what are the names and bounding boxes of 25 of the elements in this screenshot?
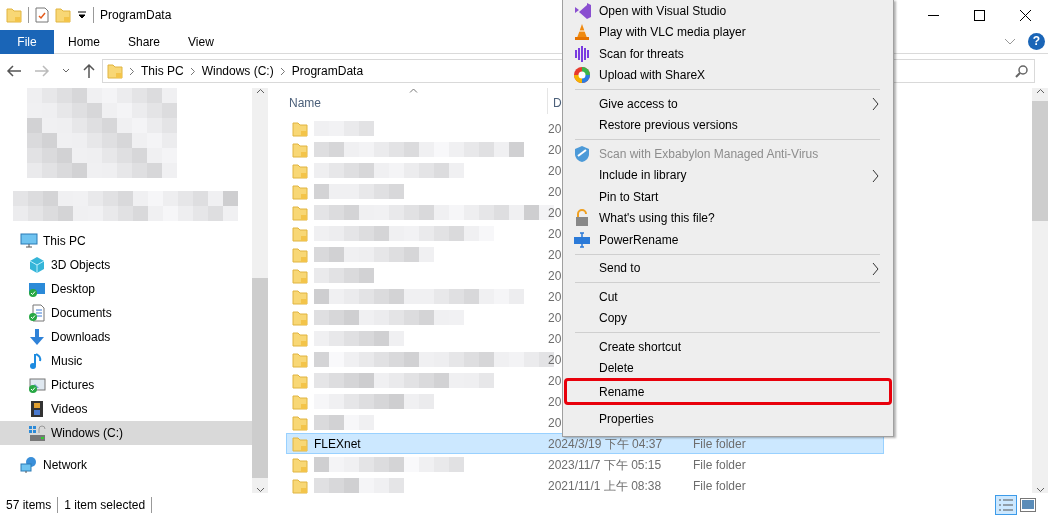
file-date: 20 xyxy=(548,226,562,241)
file-date: 20 xyxy=(548,142,562,157)
file-type: File folder xyxy=(693,436,746,451)
file-date: 2021/11/1 上午 08:38 xyxy=(548,478,662,493)
file-date: 2023/11/7 下午 05:15 xyxy=(548,457,662,472)
file-type: File folder xyxy=(693,478,746,493)
file-date: 20 xyxy=(548,394,562,409)
file-date: 20 xyxy=(548,247,562,262)
file-date: 20 xyxy=(548,310,562,325)
file-date: 20 xyxy=(548,268,562,283)
file-date: 20 xyxy=(548,121,562,136)
file-date: 20 xyxy=(548,289,562,304)
window-title: ProgramData xyxy=(100,7,172,24)
item-count: 57 items xyxy=(5,496,53,514)
selection-count: 1 item selected xyxy=(63,496,147,514)
file-name: FLEXnet xyxy=(314,435,361,453)
file-date: 20 xyxy=(548,205,562,220)
file-date: 20 xyxy=(548,331,562,346)
file-date: 20 xyxy=(548,184,562,199)
file-date: 20 xyxy=(548,352,562,367)
file-date: 20 xyxy=(548,415,562,430)
file-date: 20 xyxy=(548,373,562,388)
file-date: 20 xyxy=(548,163,562,178)
file-date: 2024/3/19 下午 04:37 xyxy=(548,436,663,451)
file-type: File folder xyxy=(693,457,746,472)
